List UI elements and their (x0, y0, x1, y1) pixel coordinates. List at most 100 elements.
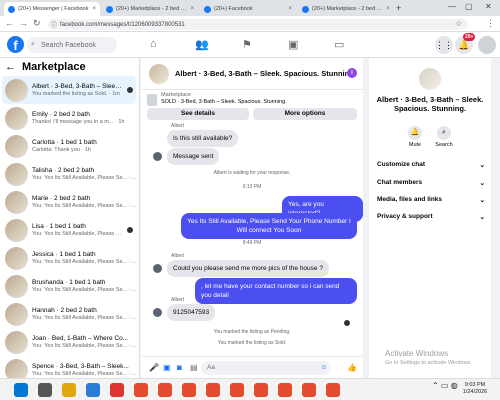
conversation-item[interactable]: Brushanda · 1 bed 1 bath You: Yes Its Sti… (2, 272, 136, 300)
details-title: Albert · 3-Bed, 3-Bath – Sleek. Spacious… (376, 95, 484, 113)
privacy-support-row[interactable]: Privacy & support ⌄ (377, 213, 485, 221)
section-label: Privacy & support (377, 213, 433, 220)
chrome-icon[interactable] (206, 383, 220, 397)
message-bubble: Is this still available? (167, 130, 239, 147)
conversation-item[interactable]: Spence · 3-Bed, 3-Bath – Sleek... You: Ye… (2, 356, 136, 378)
conversation-item[interactable]: Hannah · 2 bed 2 bath You: Yes Its Still … (2, 300, 136, 328)
close-icon[interactable]: × (386, 6, 390, 12)
message-bubble: Could you please send me more pics of th… (167, 260, 329, 277)
conversation-item[interactable]: Carlotta · 1 bed 1 bath Carlotta: Thank y… (2, 132, 136, 160)
close-icon[interactable]: × (288, 6, 292, 12)
gif-icon[interactable]: ▤ (190, 363, 198, 372)
facebook-icon (8, 5, 15, 13)
chat-members-row[interactable]: Chat members ⌄ (377, 179, 485, 187)
conversation-name: Albert · 3-Bed, 3-Bath – Sleek... (32, 83, 123, 90)
marketplace-icon[interactable]: ▣ (288, 38, 298, 51)
listing-avatar[interactable] (149, 64, 169, 84)
chat-panel: Albert · 3-Bed, 3-Bath – Sleek. Spacious… (141, 58, 363, 378)
conversation-item[interactable]: Emily · 2 bed 2 bath Thanks! I'll message… (2, 104, 136, 132)
listing-thumbnail (5, 358, 28, 378)
mute-button[interactable]: 🔔 Mute (400, 126, 430, 148)
chrome-icon[interactable] (158, 383, 172, 397)
forward-icon[interactable]: → (19, 18, 28, 28)
home-icon[interactable]: ⌂ (150, 38, 157, 50)
search-button[interactable]: ⌕ Search (429, 126, 459, 148)
marketplace-sidebar: ← Marketplace Albert · 3-Bed, 3-Bath – S… (0, 58, 140, 378)
message-input[interactable]: Aa ☺ (201, 361, 331, 375)
conversation-item[interactable]: Joan · Bed, 1-Bath – Where Co... You: Yes… (2, 328, 136, 356)
see-details-button[interactable]: See details (147, 108, 249, 120)
chrome-icon[interactable] (302, 383, 316, 397)
search-input[interactable]: ⌕ Search Facebook (27, 37, 117, 53)
windows-start-icon[interactable] (14, 383, 28, 397)
conversation-item[interactable]: Lisa · 1 bed 1 bath You: Yes Its Still Av… (2, 216, 136, 244)
menu-icon[interactable]: ⋮ (486, 18, 495, 29)
tray-icons[interactable]: ⌃ ▭ ◍ (432, 382, 458, 390)
app-icon[interactable] (110, 383, 124, 397)
tab-facebook[interactable]: (20+) Facebook × (200, 2, 296, 16)
notification-badge: 20+ (463, 33, 476, 41)
image-icon[interactable]: ▣ (163, 363, 171, 372)
search-icon[interactable] (38, 383, 52, 397)
chrome-icon[interactable] (254, 383, 268, 397)
media-files-links-row[interactable]: Media, files and links ⌄ (377, 196, 485, 204)
chrome-icon[interactable] (134, 383, 148, 397)
customize-chat-row[interactable]: Customize chat ⌄ (377, 161, 485, 169)
more-options-button[interactable]: More options (253, 108, 357, 120)
edge-icon[interactable] (86, 383, 100, 397)
chrome-icon[interactable] (182, 383, 196, 397)
chrome-icon[interactable] (326, 383, 340, 397)
message-bubble: , let me have your contact number so i c… (195, 278, 357, 304)
conversation-preview: You: Yes Its Still Available, Please Se.… (32, 315, 136, 321)
url-input[interactable]: ⓘ facebook.com/messages/t/12060093378005… (48, 19, 468, 30)
conversation-preview: You: Yes Its Still Available, Please Se.… (32, 203, 136, 209)
sender-name: Albert (171, 253, 185, 259)
back-arrow-icon[interactable]: ← (5, 61, 16, 73)
activate-windows-watermark: Activate Windows (385, 349, 449, 358)
close-window-icon[interactable]: ✕ (485, 2, 492, 11)
browser-tab-bar: (20+) Messenger | Facebook × (20+) Marke… (0, 0, 500, 16)
activate-windows-subtext: Go to Settings to activate Windows. (385, 360, 472, 366)
sticker-icon[interactable]: ◙ (177, 363, 182, 372)
new-tab-icon[interactable]: + (396, 3, 401, 13)
tab-messenger[interactable]: (20+) Messenger | Facebook × (4, 2, 100, 16)
minimize-icon[interactable]: — (448, 2, 456, 11)
search-icon: ⌕ (31, 41, 35, 48)
close-icon[interactable]: × (92, 6, 96, 12)
clock-time: 9:03 PM (464, 382, 486, 388)
like-icon[interactable]: 👍 (347, 363, 357, 372)
seen-avatar (344, 320, 350, 326)
listing-status: SOLD · 3-Bed, 3-Bath – Sleek. Spacious. … (161, 99, 287, 105)
site-info-icon[interactable]: ⓘ (51, 20, 57, 29)
pages-flag-icon[interactable]: ⚑ (242, 38, 252, 51)
emoji-icon[interactable]: ☺ (320, 361, 327, 375)
chrome-icon[interactable] (278, 383, 292, 397)
menu-grid-icon[interactable]: ⋮⋮ (435, 36, 453, 54)
message-list: Albert Is this still available? Message … (141, 122, 363, 354)
facebook-logo[interactable]: f (7, 36, 24, 53)
chat-title[interactable]: Albert · 3-Bed, 3-Bath – Sleek. Spacious… (175, 69, 356, 78)
back-icon[interactable]: ← (5, 18, 14, 28)
file-explorer-icon[interactable] (62, 383, 76, 397)
chrome-icon[interactable] (230, 383, 244, 397)
gaming-icon[interactable]: ▭ (334, 38, 344, 51)
tab-label: (20+) Marketplace - 2 bed 3 b... (312, 6, 384, 12)
system-clock[interactable]: 9:03 PM 1/24/2026 (458, 382, 492, 396)
reload-icon[interactable]: ↻ (33, 18, 41, 29)
microphone-icon[interactable]: 🎤 (149, 363, 159, 372)
profile-avatar[interactable] (478, 36, 496, 54)
tab-marketplace-1[interactable]: (20+) Marketplace - 2 bed 3... × (102, 2, 198, 16)
conversation-item[interactable]: Albert · 3-Bed, 3-Bath – Sleek... You mar… (2, 76, 136, 104)
conversation-item[interactable]: Talisha · 2 bed 2 bath You: Yes Its Still… (2, 160, 136, 188)
sidebar-title: Marketplace (22, 61, 86, 73)
friends-icon[interactable]: 👥 (195, 38, 209, 51)
conversation-item[interactable]: Jessica · 1 bed 1 bath You: Yes Its Still… (2, 244, 136, 272)
conversation-name: Hannah · 2 bed 2 bath (32, 307, 97, 314)
conversation-name: Carlotta · 1 bed 1 bath (32, 139, 97, 146)
conversation-item[interactable]: Marie · 2 bed 2 bath You: Yes Its Still A… (2, 188, 136, 216)
maximize-icon[interactable]: ▢ (465, 2, 473, 11)
tab-marketplace-2[interactable]: (20+) Marketplace - 2 bed 3 b... × (298, 2, 394, 16)
close-icon[interactable]: × (190, 6, 194, 12)
bookmark-star-icon[interactable]: ☆ (455, 19, 462, 28)
info-icon[interactable]: i (347, 68, 357, 78)
